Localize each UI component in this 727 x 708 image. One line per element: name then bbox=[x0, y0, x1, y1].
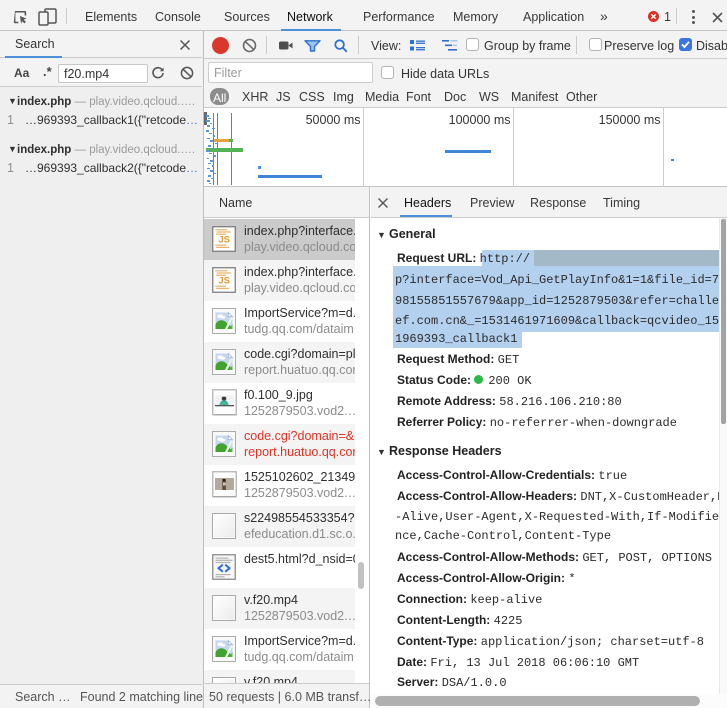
svg-text:JS: JS bbox=[218, 235, 230, 246]
svg-text:JS: JS bbox=[218, 276, 230, 287]
